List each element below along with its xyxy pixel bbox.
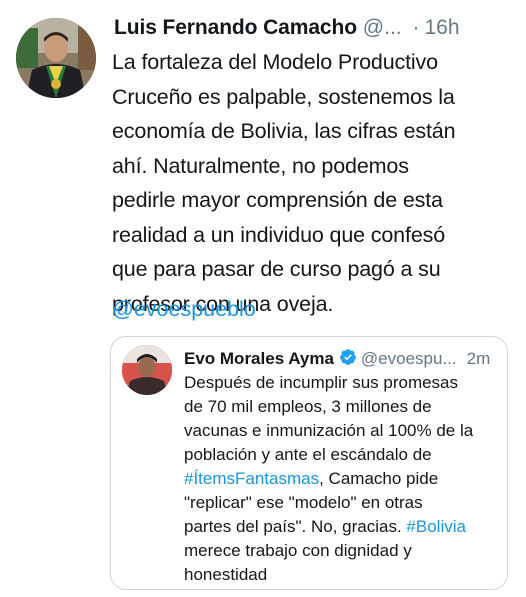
tweet-timestamp[interactable]: 16h	[424, 16, 459, 39]
separator: ·	[412, 16, 420, 39]
quoted-text-line: de 70 mil empleos, 3 millones de	[184, 397, 432, 416]
quoted-author-handle[interactable]: @evoespu...	[361, 349, 457, 368]
tweet-text-line: realidad a un individuo que confesó	[112, 222, 446, 247]
hashtag-link[interactable]: #ÍtemsFantasmas	[184, 469, 319, 488]
hashtag-link[interactable]: #Bolivia	[406, 517, 466, 536]
quoted-text-line: vacunas e inmunización al 100% de la	[184, 421, 474, 440]
quoted-tweet-text: Después de incumplir sus promesas de 70 …	[184, 371, 504, 587]
quoted-author-name[interactable]: Evo Morales Ayma	[184, 349, 334, 368]
profile-photo-icon	[16, 18, 96, 98]
quoted-text-line: #ÍtemsFantasmas, Camacho pide	[184, 467, 504, 491]
author-avatar[interactable]	[16, 18, 96, 98]
quoted-timestamp[interactable]: 2m	[457, 349, 491, 368]
tweet-text-line: economía de Bolivia, las cifras están	[112, 119, 456, 143]
quoted-text-fragment: , Camacho pide	[319, 469, 439, 488]
quoted-text-fragment: partes del país". No, gracias.	[184, 517, 407, 536]
quoted-text-line: población y ante el escándalo de	[184, 445, 432, 464]
quoted-tweet-header: Evo Morales Ayma @evoespu... 2m	[184, 346, 504, 372]
quoted-author-avatar[interactable]	[122, 345, 172, 395]
tweet-text-line: pedirle mayor comprensión de esta	[112, 188, 443, 212]
mention-link[interactable]: @evoespueblo	[112, 292, 256, 326]
tweet-text: La fortaleza del Modelo Productivo Cruce…	[112, 45, 520, 321]
quoted-text-line: merece trabajo con dignidad y	[184, 541, 412, 560]
tweet-text-line: La fortaleza del Modelo Productivo	[112, 50, 438, 74]
profile-photo-icon	[122, 345, 172, 395]
tweet-text-line: Cruceño es palpable, sostenemos la	[112, 84, 455, 109]
tweet-header: Luis Fernando Camacho @... · 16h	[114, 13, 514, 43]
tweet-text-line: que para pasar de curso pagó a su	[112, 257, 441, 281]
author-name[interactable]: Luis Fernando Camacho	[114, 16, 357, 39]
quoted-text-line: Después de incumplir sus promesas	[184, 373, 459, 392]
quoted-text-line: "replicar" ese "modelo" en otras	[184, 493, 423, 512]
tweet[interactable]: Luis Fernando Camacho @... · 16h La forta…	[0, 0, 526, 597]
quoted-tweet[interactable]: Evo Morales Ayma @evoespu... 2m Después de…	[110, 336, 508, 590]
quoted-text-line: honestidad	[184, 565, 268, 584]
tweet-text-line: ahí. Naturalmente, no podemos	[112, 153, 409, 178]
author-handle[interactable]: @...	[363, 16, 402, 39]
quoted-text-line: partes del país". No, gracias. #Bolivia	[184, 515, 504, 539]
